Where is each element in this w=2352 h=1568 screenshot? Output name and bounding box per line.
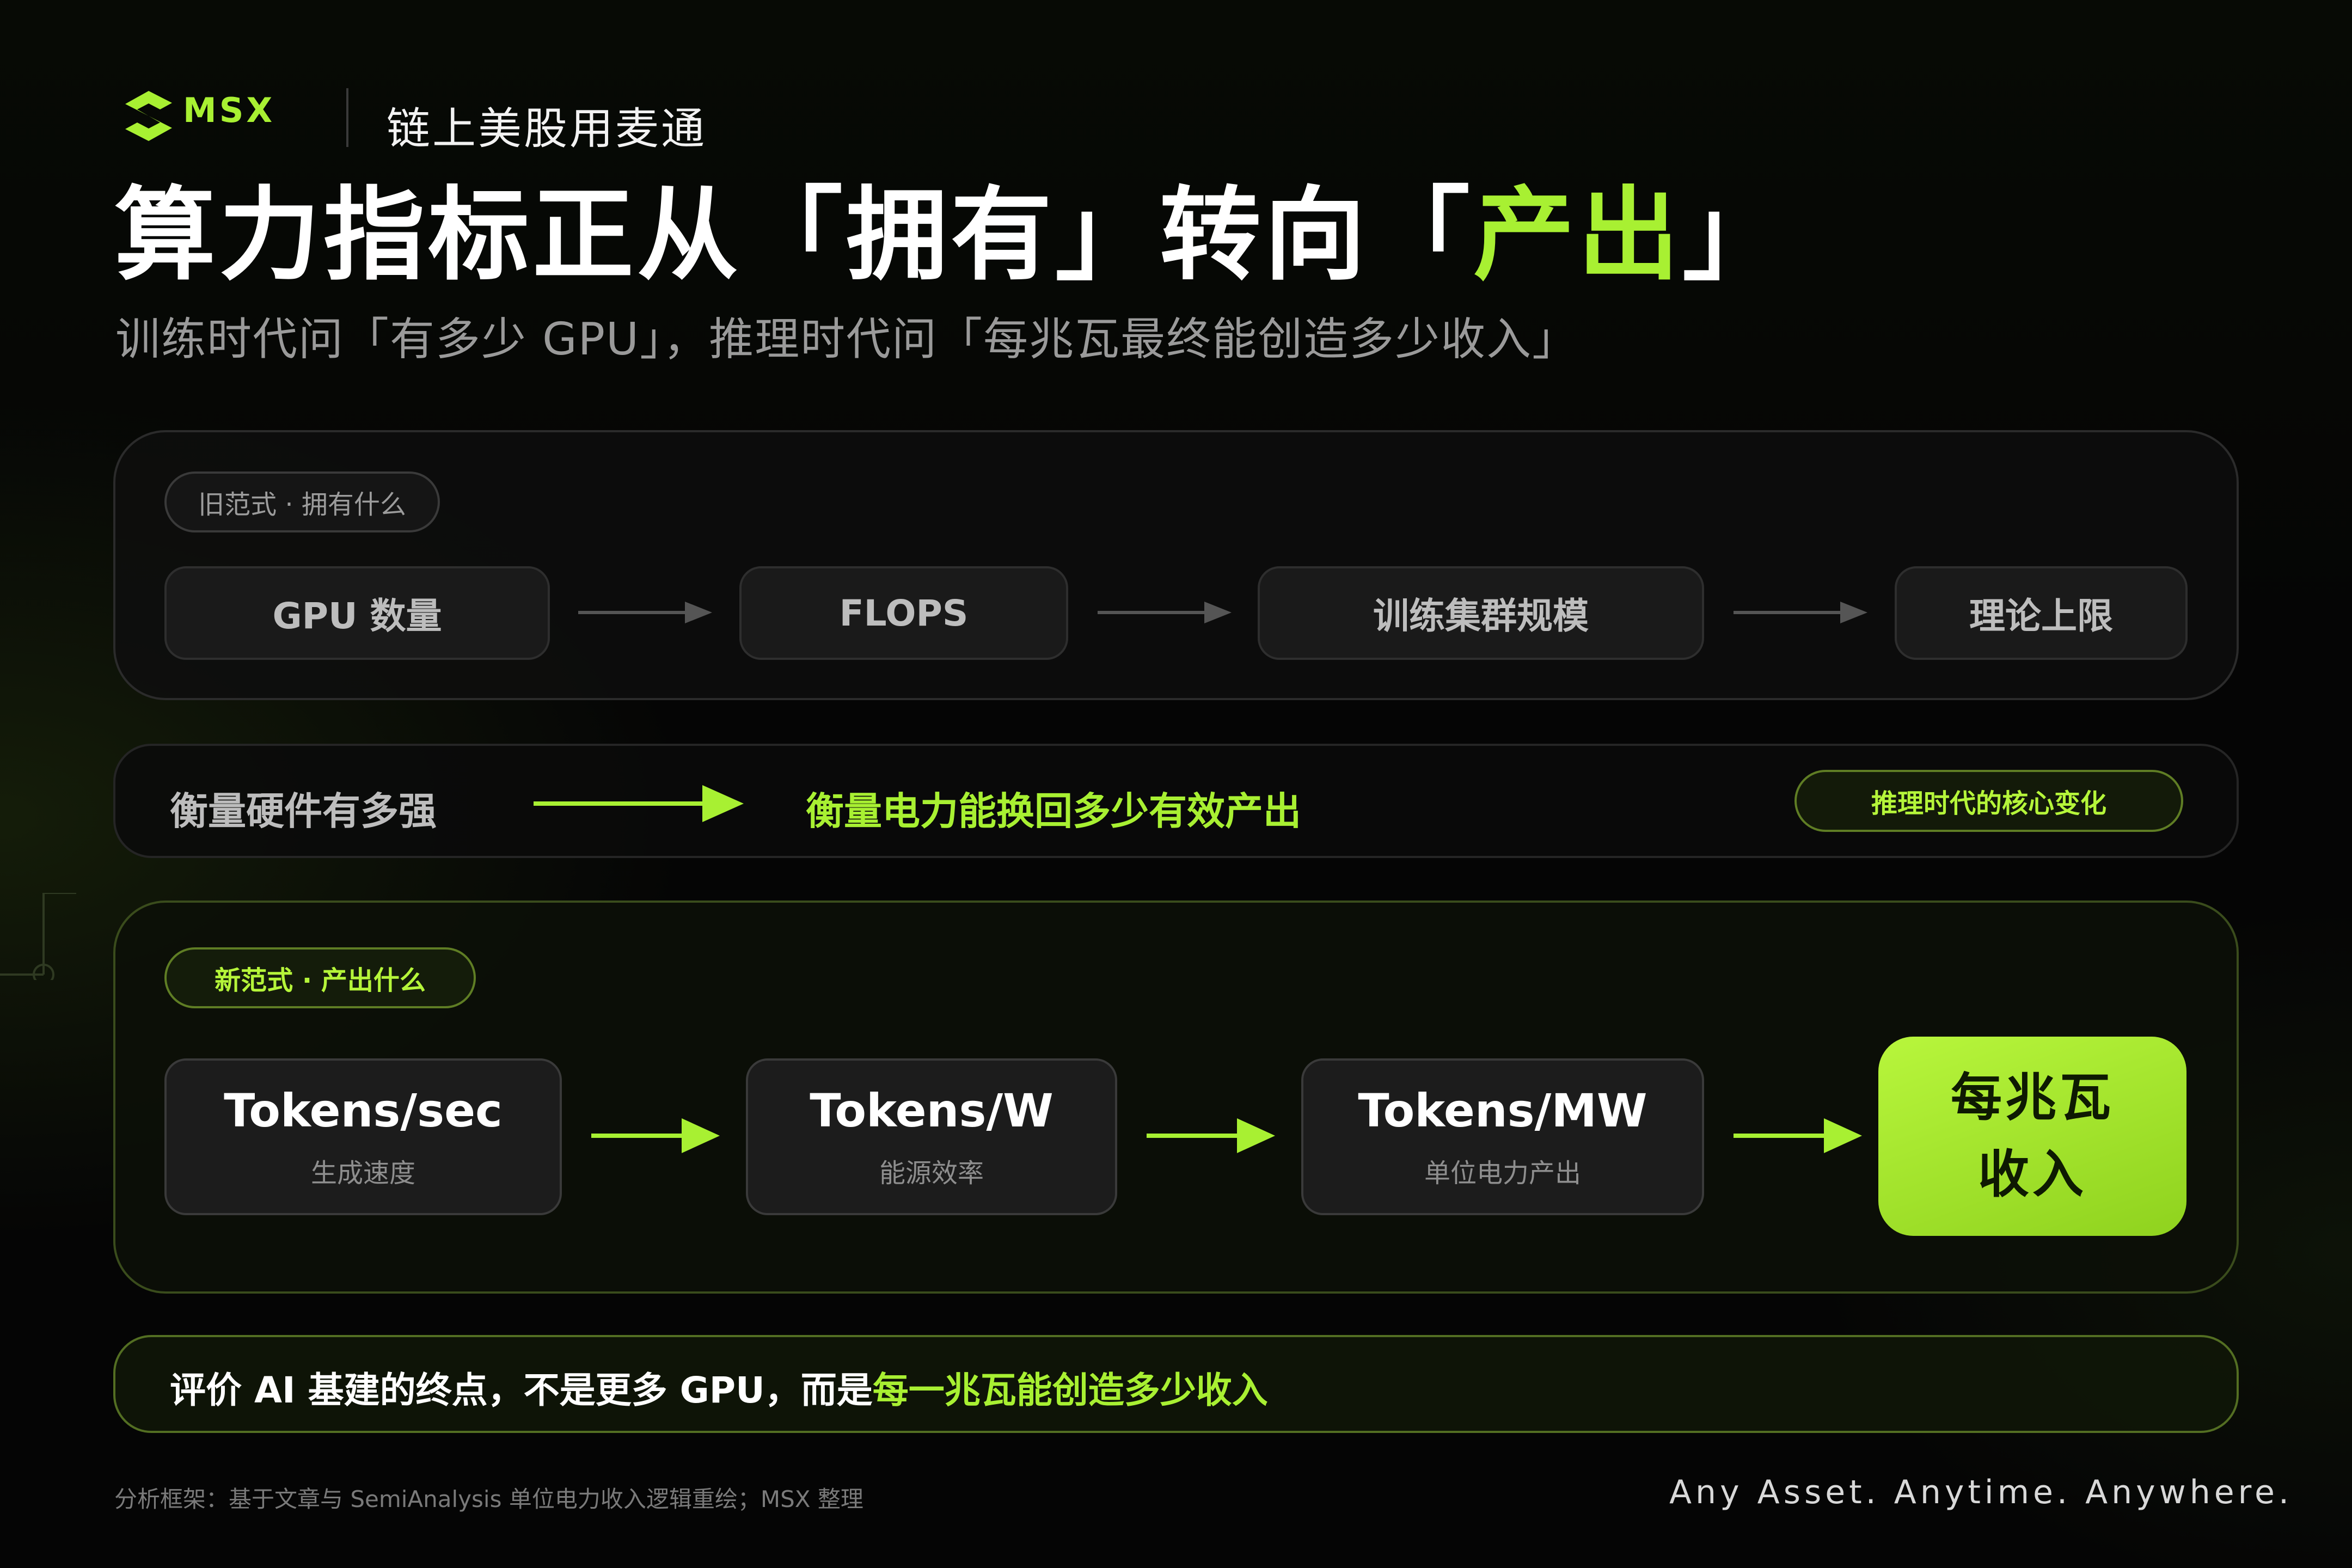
- old-step-cluster-scale: 训练集群规模: [1258, 566, 1704, 660]
- page-title: 算力指标正从「拥有」转向「产出」: [114, 174, 1787, 296]
- final-revenue-per-mw-box: 每兆瓦 收入: [1878, 1037, 2186, 1236]
- new-step-tokens-per-watt: Tokens/W 能源效率: [746, 1058, 1117, 1215]
- old-arrow-2-icon: [1098, 602, 1232, 623]
- page-subtitle: 训练时代问「有多少 GPU」，推理时代问「每兆瓦最终能创造多少收入」: [115, 314, 1578, 365]
- new-step-subtitle: 生成速度: [310, 1158, 415, 1189]
- new-paradigm-tag: 新范式 · 产出什么: [164, 947, 476, 1008]
- old-arrow-3-icon: [1734, 602, 1867, 623]
- old-step-label: FLOPS: [839, 592, 969, 634]
- shift-to-text: 衡量电力能换回多少有效产出: [806, 789, 1301, 834]
- shift-from-text: 衡量硬件有多强: [170, 789, 437, 834]
- old-step-label: 理论上限: [1969, 595, 2113, 637]
- footer-slogan: Any Asset. Anytime. Anywhere.: [1669, 1473, 2293, 1511]
- old-step-gpu-count: GPU 数量: [164, 566, 550, 660]
- new-step-title: Tokens/W: [810, 1084, 1054, 1137]
- shift-arrow-icon: [534, 785, 744, 822]
- title-part2: 」: [1682, 176, 1787, 294]
- title-part1: 算力指标正从「拥有」转向「: [114, 176, 1474, 294]
- header-divider: [346, 88, 348, 147]
- new-step-tokens-per-sec: Tokens/sec 生成速度: [164, 1058, 562, 1215]
- footer-source: 分析框架：基于文章与 SemiAnalysis 单位电力收入逻辑重绘；MSX 整…: [114, 1486, 863, 1512]
- old-step-label: 训练集群规模: [1373, 595, 1589, 637]
- old-arrow-1-icon: [578, 602, 712, 623]
- new-step-subtitle: 单位电力产出: [1424, 1158, 1581, 1189]
- old-step-label: GPU 数量: [272, 595, 442, 637]
- old-paradigm-tag: 旧范式 · 拥有什么: [164, 471, 440, 532]
- circuit-decoration: [0, 893, 76, 980]
- core-change-tag: 推理时代的核心变化: [1794, 770, 2183, 832]
- header-tagline: 链上美股用麦通: [387, 103, 707, 154]
- new-arrow-1-icon: [591, 1118, 720, 1153]
- old-step-theoretical-limit: 理论上限: [1895, 566, 2188, 660]
- logo-text: MSX: [183, 90, 275, 130]
- final-line-2: 收入: [1977, 1145, 2087, 1204]
- new-step-subtitle: 能源效率: [879, 1158, 984, 1189]
- new-step-tokens-per-mw: Tokens/MW 单位电力产出: [1301, 1058, 1704, 1215]
- conclusion-prefix: 评价 AI 基建的终点，不是更多 GPU，而是: [170, 1369, 873, 1411]
- final-line-1: 每兆瓦: [1950, 1068, 2114, 1128]
- new-arrow-3-icon: [1734, 1118, 1862, 1153]
- new-arrow-2-icon: [1147, 1118, 1275, 1153]
- new-step-title: Tokens/sec: [224, 1084, 503, 1137]
- conclusion-text: 评价 AI 基建的终点，不是更多 GPU，而是每一兆瓦能创造多少收入: [170, 1361, 1268, 1413]
- title-highlight: 产出: [1473, 176, 1683, 294]
- old-step-flops: FLOPS: [739, 566, 1068, 660]
- conclusion-highlight: 每一兆瓦能创造多少收入: [872, 1369, 1268, 1411]
- msx-logo-icon: [125, 91, 172, 141]
- new-step-title: Tokens/MW: [1358, 1084, 1647, 1137]
